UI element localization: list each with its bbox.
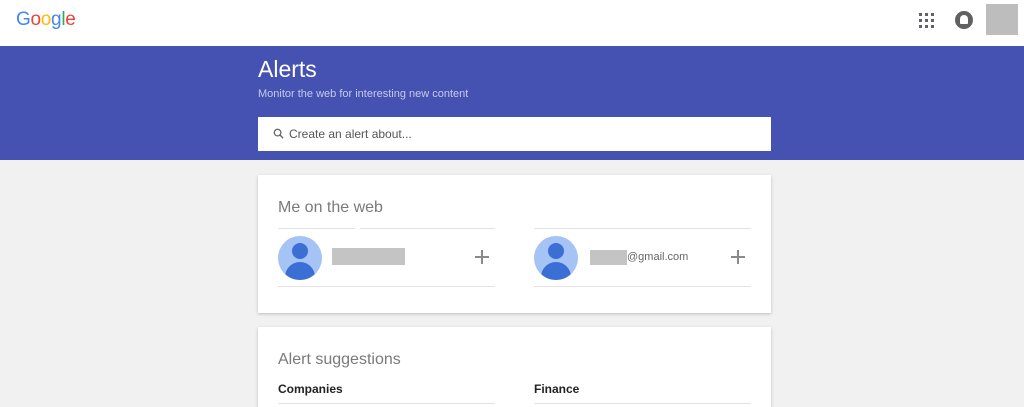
suggestion-category-companies: Companies — [278, 382, 343, 396]
search-icon — [273, 128, 284, 139]
create-alert-input[interactable] — [289, 117, 759, 151]
divider — [534, 228, 751, 229]
page-subtitle: Monitor the web for interesting new cont… — [258, 88, 469, 100]
add-icon[interactable] — [475, 250, 489, 264]
redacted-email-user — [590, 250, 627, 265]
google-logo[interactable]: Google — [16, 9, 76, 31]
card-title: Me on the web — [278, 199, 383, 216]
suggestion-category-finance: Finance — [534, 382, 580, 396]
page-title: Alerts — [258, 56, 317, 82]
top-bar: Google — [0, 0, 1024, 46]
card-title: Alert suggestions — [278, 351, 401, 368]
divider — [278, 286, 495, 287]
divider — [278, 228, 355, 229]
alert-suggestions-card: Alert suggestions Companies Finance — [258, 327, 771, 407]
divider — [278, 403, 495, 404]
alerts-header: Alerts Monitor the web for interesting n… — [0, 46, 1024, 160]
person-icon — [534, 236, 578, 280]
apps-grid-icon[interactable] — [919, 13, 935, 29]
divider — [534, 403, 751, 404]
divider — [360, 228, 495, 229]
me-on-the-web-card: Me on the web @gmail.com — [258, 175, 771, 313]
notifications-icon[interactable] — [955, 11, 973, 29]
redacted-name — [332, 248, 405, 265]
add-icon[interactable] — [731, 250, 745, 264]
account-avatar[interactable] — [986, 4, 1018, 35]
email-domain: @gmail.com — [627, 251, 689, 263]
person-icon — [278, 236, 322, 280]
divider — [534, 286, 751, 287]
search-box[interactable] — [258, 117, 771, 151]
